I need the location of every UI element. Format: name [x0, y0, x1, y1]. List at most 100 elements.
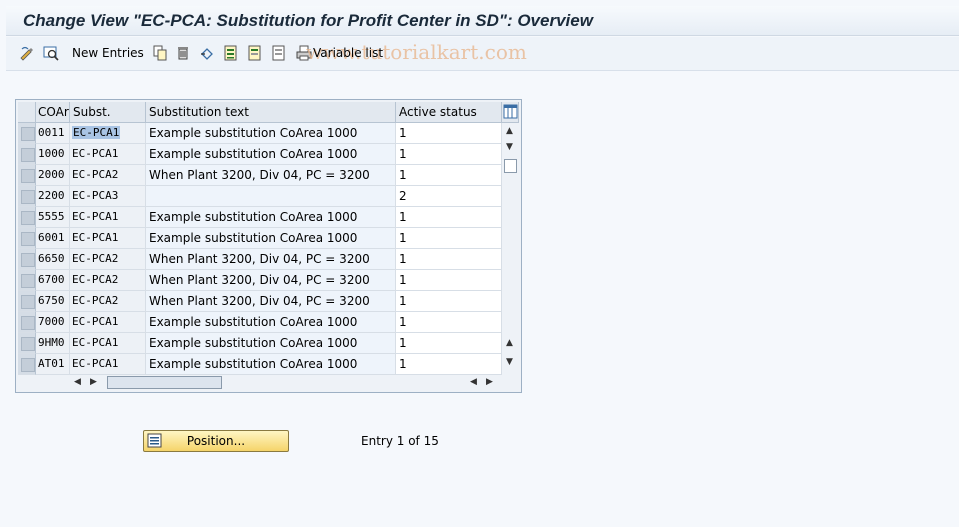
position-button-label: Position... — [186, 434, 246, 448]
application-toolbar: New Entries www.tutorialkart.com Variabl… — [6, 37, 959, 71]
subst-cell[interactable]: EC-PCA1 — [70, 312, 146, 333]
coar-cell: 5555 — [36, 207, 70, 228]
scroll-up-icon[interactable]: ▲ — [506, 126, 513, 136]
subst-cell[interactable]: EC-PCA2 — [70, 291, 146, 312]
table-row[interactable]: 6700 EC-PCA2 When Plant 3200, Div 04, PC… — [18, 270, 502, 291]
subst-cell[interactable]: EC-PCA3 — [70, 186, 146, 207]
active-status-cell[interactable]: 1 — [396, 249, 502, 270]
active-status-cell[interactable]: 1 — [396, 354, 502, 375]
coar-cell: AT01 — [36, 354, 70, 375]
substitution-text-cell[interactable]: Example substitution CoArea 1000 — [146, 207, 396, 228]
table-row[interactable]: 6650 EC-PCA2 When Plant 3200, Div 04, PC… — [18, 249, 502, 270]
table-row[interactable]: 6750 EC-PCA2 When Plant 3200, Div 04, PC… — [18, 291, 502, 312]
scroll-right-icon[interactable]: ▶ — [486, 377, 493, 387]
table-control: COAr Subst. Substitution text Active sta… — [15, 99, 522, 393]
copy-icon[interactable] — [151, 44, 168, 61]
subst-cell[interactable]: EC-PCA1 — [70, 333, 146, 354]
deselect-all-icon[interactable] — [270, 44, 287, 61]
active-status-cell[interactable]: 1 — [396, 270, 502, 291]
row-selector[interactable] — [18, 123, 36, 144]
row-selector[interactable] — [18, 228, 36, 249]
table-row[interactable]: 7000 EC-PCA1 Example substitution CoArea… — [18, 312, 502, 333]
active-status-cell[interactable]: 1 — [396, 333, 502, 354]
scroll-thumb[interactable] — [107, 376, 222, 389]
scroll-left-icon[interactable]: ◀ — [470, 377, 477, 387]
row-selector[interactable] — [18, 207, 36, 228]
row-selector[interactable] — [18, 165, 36, 186]
delete-icon[interactable] — [174, 44, 191, 61]
subst-cell[interactable]: EC-PCA1 — [70, 207, 146, 228]
row-selector[interactable] — [18, 333, 36, 354]
scroll-down-icon[interactable]: ▼ — [506, 142, 513, 152]
select-all-rows-header[interactable] — [18, 102, 36, 123]
position-icon — [147, 433, 163, 449]
substitution-text-cell[interactable]: When Plant 3200, Div 04, PC = 3200 — [146, 291, 396, 312]
substitution-text-cell[interactable]: Example substitution CoArea 1000 — [146, 312, 396, 333]
table-row[interactable]: 1000 EC-PCA1 Example substitution CoArea… — [18, 144, 502, 165]
print-icon[interactable] — [295, 44, 312, 61]
row-selector[interactable] — [18, 249, 36, 270]
active-status-cell[interactable]: 1 — [396, 207, 502, 228]
select-block-icon[interactable] — [246, 44, 263, 61]
row-selector[interactable] — [18, 291, 36, 312]
column-header-subst[interactable]: Subst. — [70, 102, 146, 123]
display-change-icon[interactable] — [18, 44, 35, 61]
row-selector[interactable] — [18, 144, 36, 165]
row-selector[interactable] — [18, 186, 36, 207]
table-row[interactable]: 9HM0 EC-PCA1 Example substitution CoArea… — [18, 333, 502, 354]
table-row[interactable]: AT01 EC-PCA1 Example substitution CoArea… — [18, 354, 502, 375]
substitution-text-cell[interactable]: Example substitution CoArea 1000 — [146, 144, 396, 165]
display-icon[interactable] — [42, 44, 59, 61]
vertical-scrollbar[interactable]: ▲ ▼ ▲ ▼ — [502, 123, 519, 375]
horizontal-scrollbar[interactable]: ◀ ▶ ◀ ▶ — [70, 374, 496, 391]
table-row[interactable]: 2000 EC-PCA2 When Plant 3200, Div 04, PC… — [18, 165, 502, 186]
position-button[interactable]: Position... — [143, 430, 289, 452]
substitution-text-cell[interactable]: When Plant 3200, Div 04, PC = 3200 — [146, 165, 396, 186]
title-bar: Change View "EC-PCA: Substitution for Pr… — [6, 6, 959, 36]
substitution-text-cell[interactable]: When Plant 3200, Div 04, PC = 3200 — [146, 249, 396, 270]
scroll-left-icon[interactable]: ◀ — [74, 377, 81, 387]
substitution-text-cell[interactable]: Example substitution CoArea 1000 — [146, 123, 396, 144]
column-settings-icon[interactable] — [502, 102, 519, 123]
subst-cell[interactable]: EC-PCA1 — [70, 144, 146, 165]
new-entries-button[interactable]: New Entries — [72, 46, 144, 60]
substitution-text-cell[interactable]: Example substitution CoArea 1000 — [146, 354, 396, 375]
subst-cell[interactable]: EC-PCA2 — [70, 270, 146, 291]
table-row[interactable]: 5555 EC-PCA1 Example substitution CoArea… — [18, 207, 502, 228]
row-selector[interactable] — [18, 270, 36, 291]
active-status-cell[interactable]: 2 — [396, 186, 502, 207]
substitution-text-cell[interactable]: Example substitution CoArea 1000 — [146, 333, 396, 354]
select-all-icon[interactable] — [222, 44, 239, 61]
active-status-cell[interactable]: 1 — [396, 165, 502, 186]
subst-cell[interactable]: EC-PCA2 — [70, 165, 146, 186]
subst-cell[interactable]: EC-PCA1 — [70, 354, 146, 375]
selected-subst-text: EC-PCA1 — [72, 126, 121, 139]
subst-cell[interactable]: EC-PCA2 — [70, 249, 146, 270]
substitution-text-cell[interactable]: When Plant 3200, Div 04, PC = 3200 — [146, 270, 396, 291]
subst-cell[interactable]: EC-PCA1 — [70, 123, 146, 144]
substitution-text-cell[interactable]: Example substitution CoArea 1000 — [146, 228, 396, 249]
scroll-up-icon[interactable]: ▲ — [506, 338, 513, 348]
active-status-cell[interactable]: 1 — [396, 312, 502, 333]
active-status-cell[interactable]: 1 — [396, 228, 502, 249]
column-header-substitution-text[interactable]: Substitution text — [146, 102, 396, 123]
scroll-right-icon[interactable]: ▶ — [90, 377, 97, 387]
active-status-cell[interactable]: 1 — [396, 144, 502, 165]
column-header-coar[interactable]: COAr — [36, 102, 70, 123]
undo-icon[interactable] — [198, 44, 215, 61]
active-status-cell[interactable]: 1 — [396, 123, 502, 144]
coar-cell: 2200 — [36, 186, 70, 207]
subst-cell[interactable]: EC-PCA1 — [70, 228, 146, 249]
active-status-cell[interactable]: 1 — [396, 291, 502, 312]
row-selector[interactable] — [18, 312, 36, 333]
substitution-text-cell[interactable] — [146, 186, 396, 207]
column-header-active-status[interactable]: Active status — [396, 102, 502, 123]
row-selector[interactable] — [18, 354, 36, 375]
scroll-thumb[interactable] — [504, 159, 517, 173]
table-row[interactable]: 6001 EC-PCA1 Example substitution CoArea… — [18, 228, 502, 249]
variable-list-button[interactable]: Variable list — [313, 46, 383, 60]
coar-cell: 7000 — [36, 312, 70, 333]
scroll-down-icon[interactable]: ▼ — [506, 357, 513, 367]
table-row[interactable]: 0011 EC-PCA1 Example substitution CoArea… — [18, 123, 502, 144]
table-row[interactable]: 2200 EC-PCA3 2 — [18, 186, 502, 207]
